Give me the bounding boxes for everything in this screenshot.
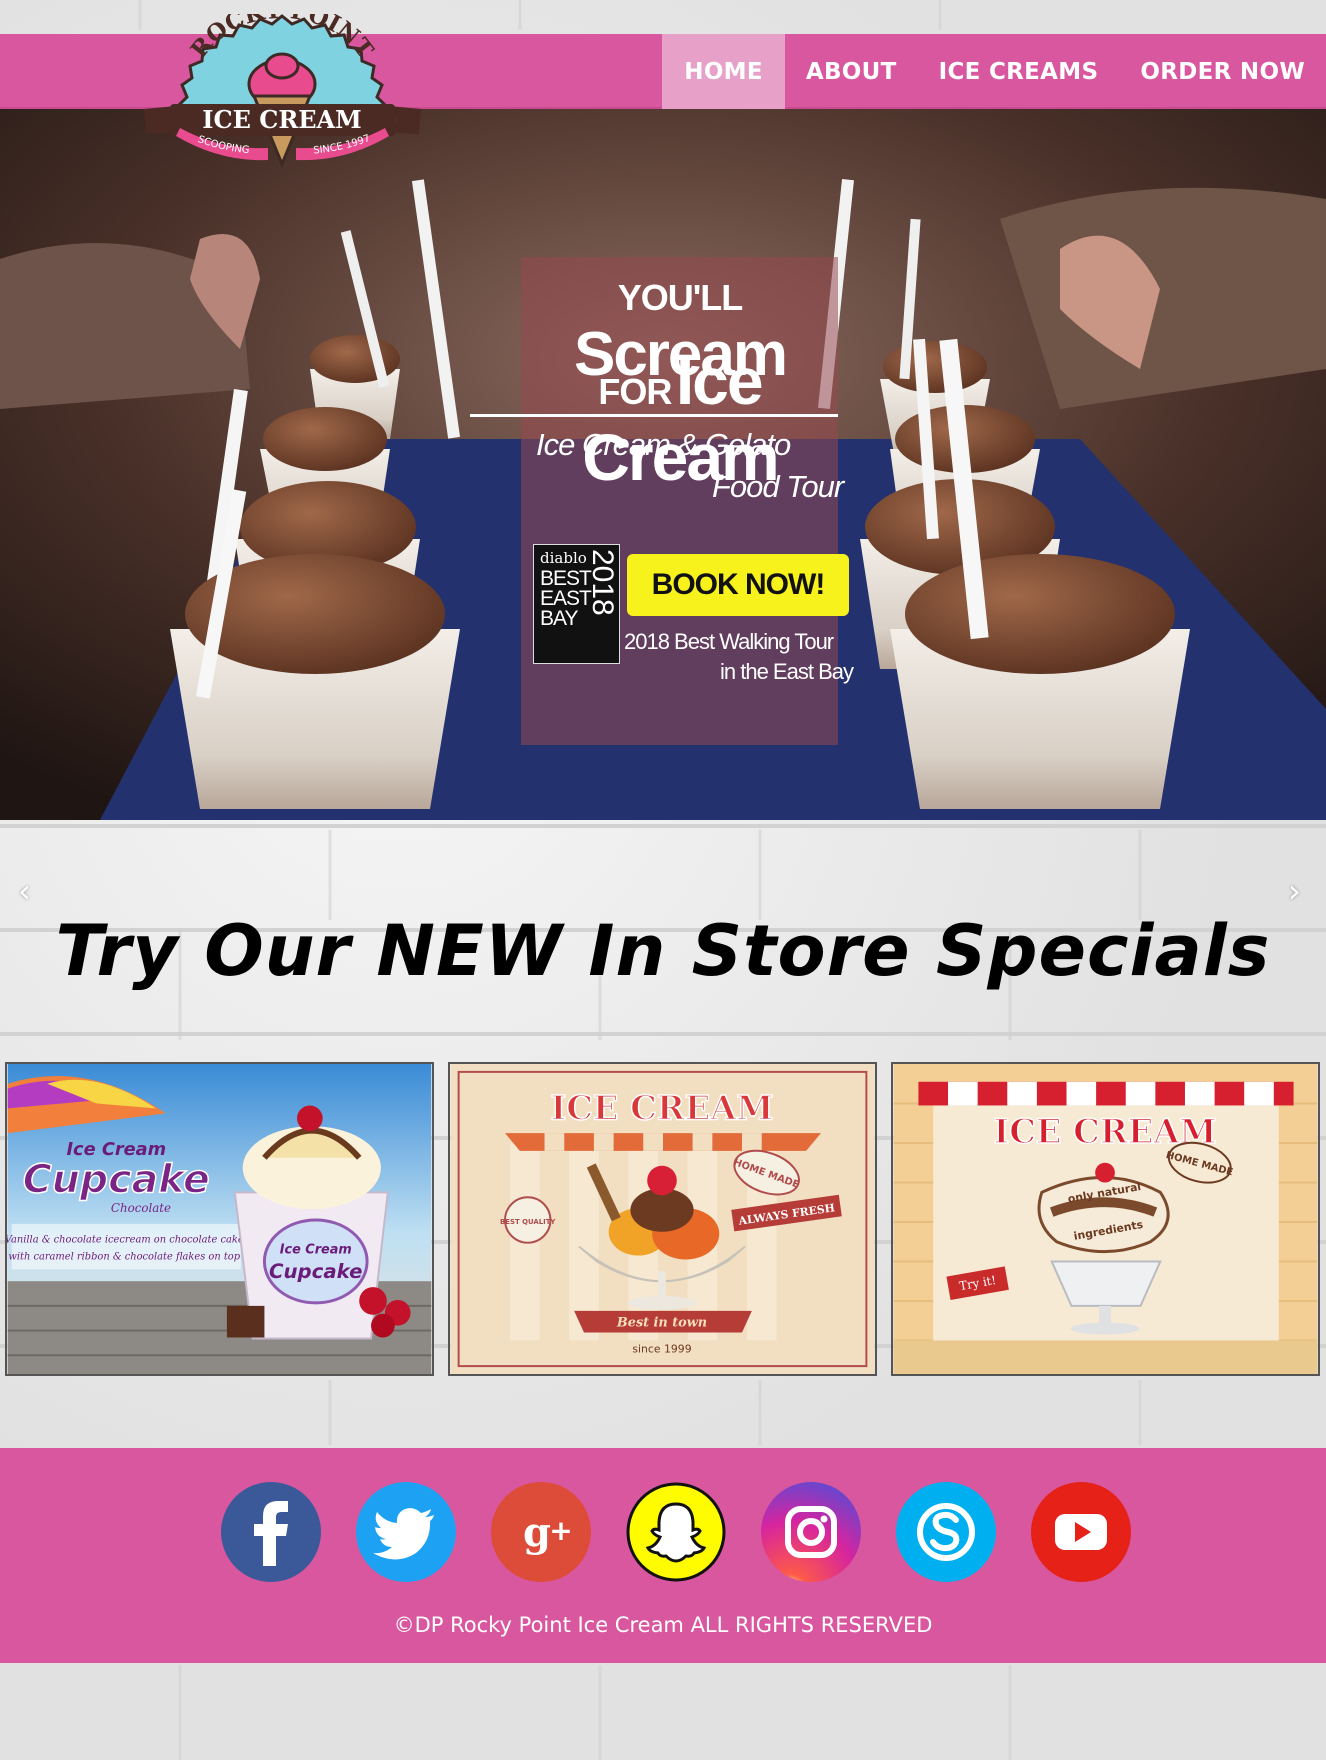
special-card-ice-cream-shop[interactable]: ICE CREAM HOME MADE only natural ingredi… [891, 1062, 1320, 1376]
facebook-icon[interactable] [221, 1482, 321, 1582]
hero-subtitle-1: Ice Cream & Gelato [536, 427, 791, 462]
nav-home-link[interactable]: HOME [662, 34, 785, 109]
carousel-prev-button[interactable]: ‹ [18, 872, 31, 910]
svg-text:ICE CREAM: ICE CREAM [551, 1087, 774, 1127]
svg-text:Vanilla & chocolate icecream o: Vanilla & chocolate icecream on chocolat… [7, 1235, 244, 1246]
nav-order-now-link[interactable]: ORDER NOW [1119, 34, 1326, 109]
hero-subtitle-2: Food Tour [712, 469, 844, 504]
svg-text:Cupcake: Cupcake [269, 1260, 362, 1283]
snapchat-icon[interactable] [626, 1482, 726, 1582]
hero-banner: YOU'LL Scream FOR Ice Cream Ice Cream & … [0, 109, 1326, 820]
copyright-text: ©DP Rocky Point Ice Cream ALL RIGHTS RES… [393, 1613, 933, 1637]
svg-text:Chocolate: Chocolate [111, 1201, 171, 1215]
svg-text:since 1999: since 1999 [632, 1342, 691, 1355]
youtube-icon[interactable] [1031, 1482, 1131, 1582]
svg-text:Ice Cream: Ice Cream [280, 1243, 352, 1258]
svg-text:Cupcake: Cupcake [23, 1156, 210, 1202]
svg-text:+: + [549, 1514, 572, 1547]
svg-text:g: g [523, 1509, 551, 1556]
skype-icon[interactable] [896, 1482, 996, 1582]
specials-heading: Try Our NEW In Store Specials [55, 910, 1271, 992]
diablo-award-badge: diablo BEST EAST BAY 2018 [533, 544, 620, 664]
special-card-cupcake[interactable]: Ice Cream Cupcake Chocolate Vanilla & ch… [5, 1062, 434, 1376]
footer: g + ©DP Rocky Point Ice Cream ALL RIGHTS … [0, 1448, 1326, 1663]
hero-divider [470, 414, 838, 417]
rocky-point-logo[interactable]: ROCKY POINT ICE CREAM SCOOPING SINCE 199… [140, 0, 425, 174]
nav-links: HOME ABOUT ICE CREAMS ORDER NOW [662, 34, 1326, 109]
nav-about-link[interactable]: ABOUT [785, 34, 918, 109]
instagram-icon[interactable] [761, 1482, 861, 1582]
special-card-ice-cream-sundae[interactable]: ICE CREAM HOME MADE BEST QUALITY ALWAYS … [448, 1062, 877, 1376]
award-year: 2018 [586, 549, 619, 616]
award-caption-1: 2018 Best Walking Tour [624, 629, 834, 654]
svg-text:ICE CREAM: ICE CREAM [202, 105, 362, 134]
svg-text:BEST QUALITY: BEST QUALITY [500, 1218, 556, 1226]
svg-text:with caramel ribbon & chocolat: with caramel ribbon & chocolate flakes o… [8, 1251, 240, 1262]
twitter-icon[interactable] [356, 1482, 456, 1582]
carousel-next-button[interactable]: › [1288, 872, 1301, 910]
book-now-button[interactable]: BOOK NOW! [627, 554, 849, 616]
award-text: BEST EAST BAY [540, 567, 591, 630]
nav-ice-creams-link[interactable]: ICE CREAMS [918, 34, 1120, 109]
award-magazine: diablo [540, 549, 587, 567]
award-caption-2: in the East Bay [720, 659, 854, 684]
svg-text:Best in town: Best in town [616, 1316, 707, 1331]
google-plus-icon[interactable]: g + [491, 1482, 591, 1582]
